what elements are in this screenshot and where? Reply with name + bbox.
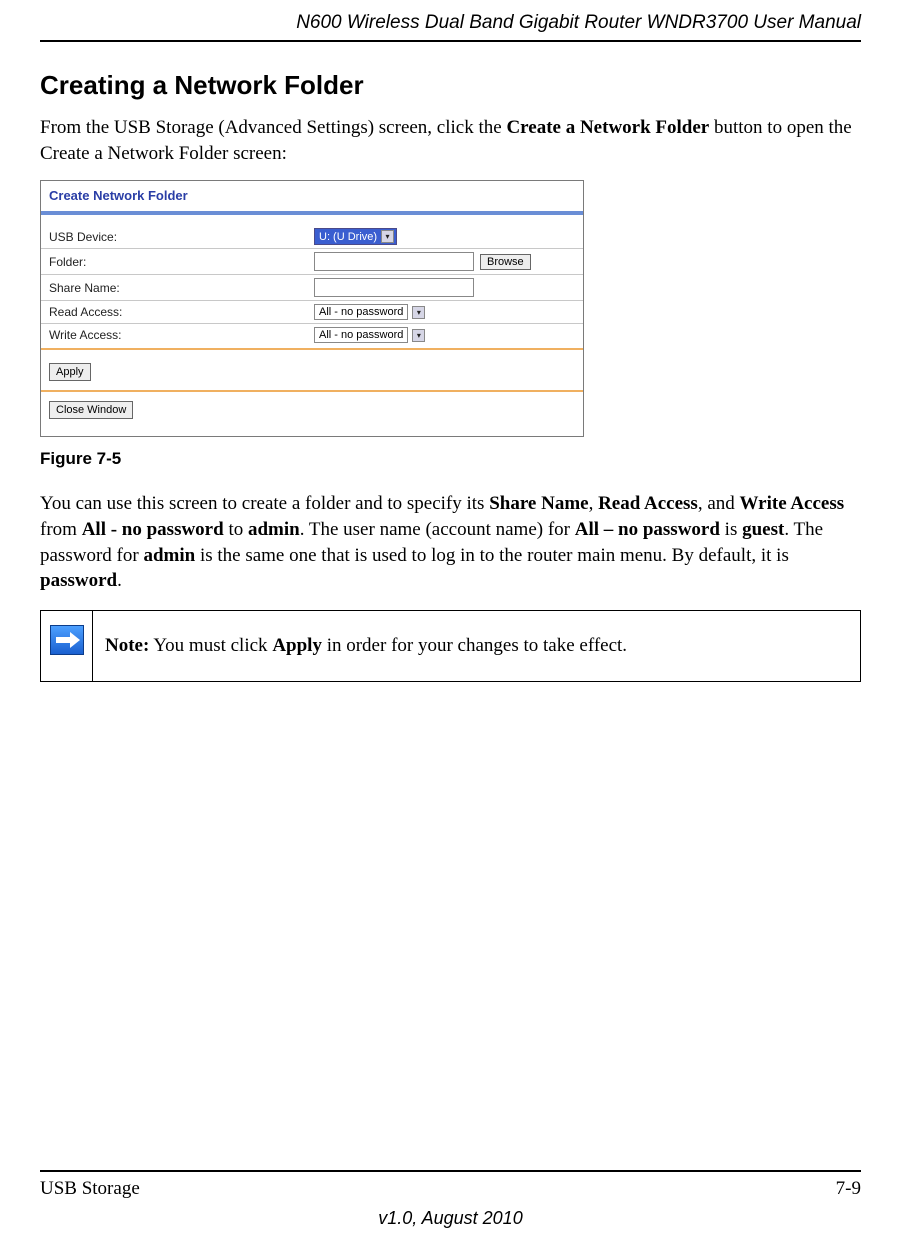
label-usb-device: USB Device: <box>49 230 314 244</box>
select-usb-device-value: U: (U Drive) <box>319 231 377 243</box>
select-write-access[interactable]: All - no password ▾ <box>314 327 425 343</box>
blue-separator <box>41 211 583 215</box>
panel-title: Create Network Folder <box>41 188 583 207</box>
select-write-access-value: All - no password <box>314 327 408 343</box>
label-read-access: Read Access: <box>49 305 314 319</box>
note-text: Note: You must click Apply in order for … <box>93 611 639 681</box>
note-arrow-icon <box>50 625 84 655</box>
paragraph-2: You can use this screen to create a fold… <box>40 491 861 594</box>
note-bold: Note: <box>105 635 149 656</box>
row-share-name: Share Name: <box>41 275 583 301</box>
page-number: 7-9 <box>836 1178 861 1200</box>
intro-pre: From the USB Storage (Advanced Settings)… <box>40 117 506 138</box>
label-write-access: Write Access: <box>49 328 314 342</box>
header-rule <box>40 40 861 42</box>
orange-separator <box>41 348 583 350</box>
intro-paragraph: From the USB Storage (Advanced Settings)… <box>40 115 861 166</box>
select-read-access-value: All - no password <box>314 304 408 320</box>
section-heading: Creating a Network Folder <box>40 70 861 101</box>
footer-rule <box>40 1170 861 1172</box>
note-icon-cell <box>41 611 93 681</box>
chevron-down-icon[interactable]: ▾ <box>412 329 425 342</box>
header-title: N600 Wireless Dual Band Gigabit Router W… <box>40 12 861 40</box>
select-read-access[interactable]: All - no password ▾ <box>314 304 425 320</box>
label-folder: Folder: <box>49 255 314 269</box>
close-window-button[interactable]: Close Window <box>49 401 133 419</box>
apply-button[interactable]: Apply <box>49 363 91 381</box>
intro-bold: Create a Network Folder <box>506 117 709 138</box>
label-share-name: Share Name: <box>49 281 314 295</box>
figure-caption: Figure 7-5 <box>40 449 861 469</box>
chevron-down-icon[interactable]: ▾ <box>412 306 425 319</box>
orange-separator <box>41 390 583 392</box>
figure-screenshot: Create Network Folder USB Device: U: (U … <box>40 180 584 437</box>
input-folder[interactable] <box>314 252 474 271</box>
footer-section-title: USB Storage <box>40 1178 140 1200</box>
footer-version: v1.0, August 2010 <box>40 1208 861 1229</box>
browse-button[interactable]: Browse <box>480 254 531 270</box>
footer: USB Storage 7-9 v1.0, August 2010 <box>40 1170 861 1229</box>
row-read-access: Read Access: All - no password ▾ <box>41 301 583 324</box>
select-usb-device[interactable]: U: (U Drive) ▾ <box>314 228 397 245</box>
row-write-access: Write Access: All - no password ▾ <box>41 324 583 346</box>
input-share-name[interactable] <box>314 278 474 297</box>
row-usb-device: USB Device: U: (U Drive) ▾ <box>41 225 583 249</box>
chevron-down-icon[interactable]: ▾ <box>381 230 394 243</box>
note-box: Note: You must click Apply in order for … <box>40 610 861 682</box>
row-folder: Folder: Browse <box>41 249 583 275</box>
